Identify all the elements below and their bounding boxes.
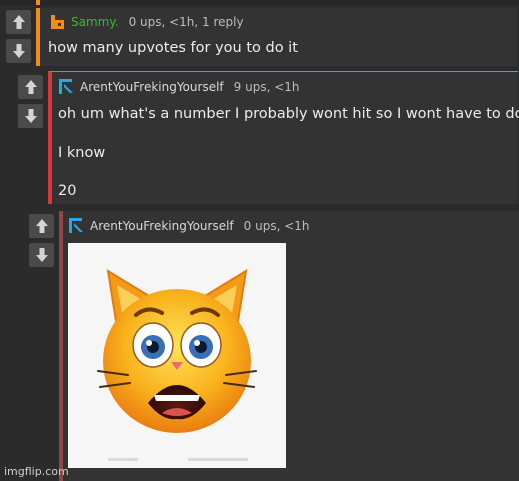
username[interactable]: ArentYouFrekingYourself: [80, 80, 224, 94]
comment-text-line: oh um what's a number I probably wont hi…: [58, 106, 519, 122]
upvote-button[interactable]: [29, 214, 54, 238]
arrow-down-icon: [35, 248, 48, 262]
username[interactable]: ArentYouFrekingYourself: [90, 219, 234, 233]
comment-body: Sammy. 0 ups, <1h, 1 reply how many upvo…: [36, 8, 517, 66]
previous-comment-accent: [36, 0, 40, 5]
upvote-button[interactable]: [18, 75, 43, 99]
arrow-down-icon: [12, 44, 25, 58]
comment-text-line: 20: [58, 183, 77, 199]
comment-meta: ArentYouFrekingYourself 9 ups, <1h: [58, 78, 300, 95]
comment-text-line: I know: [58, 145, 106, 161]
comment-body: ArentYouFrekingYourself 9 ups, <1h oh um…: [48, 71, 519, 204]
comment-body: ArentYouFrekingYourself 0 ups, <1h: [59, 211, 519, 481]
scared-cat-emoji-icon: [68, 243, 286, 468]
arrow-up-icon: [12, 15, 25, 29]
arrow-up-icon: [24, 80, 37, 94]
username[interactable]: Sammy.: [71, 15, 119, 29]
comment-stats: 9 ups, <1h: [233, 79, 300, 94]
comment-meta: Sammy. 0 ups, <1h, 1 reply: [50, 14, 244, 30]
downvote-button[interactable]: [29, 243, 54, 267]
user-icon-orange[interactable]: [50, 14, 66, 30]
comment-text: how many upvotes for you to do it: [48, 40, 298, 56]
user-icon-blue[interactable]: [58, 78, 75, 95]
comment-meta: ArentYouFrekingYourself 0 ups, <1h: [68, 217, 310, 234]
downvote-button[interactable]: [18, 104, 43, 128]
downvote-button[interactable]: [6, 39, 31, 63]
upvote-button[interactable]: [6, 10, 31, 34]
previous-comment-edge: [0, 0, 519, 5]
comment-stats: 0 ups, <1h, 1 reply: [128, 15, 244, 29]
arrow-up-icon: [35, 219, 48, 233]
imgflip-watermark: imgflip.com: [4, 465, 69, 478]
arrow-down-icon: [24, 109, 37, 123]
comment-stats: 0 ups, <1h: [243, 218, 310, 233]
user-icon-blue[interactable]: [68, 217, 85, 234]
comment-image[interactable]: [68, 243, 286, 468]
